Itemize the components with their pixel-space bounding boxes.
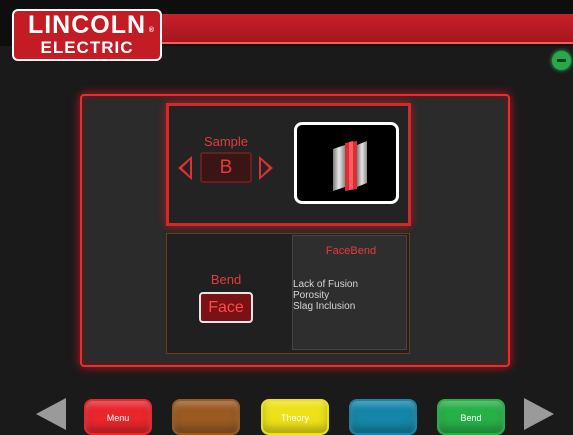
- defect-item: Lack of Fusion: [293, 279, 359, 290]
- defect-list: Lack of Fusion Porosity Slag Inclusion: [293, 279, 358, 312]
- sample-prev-icon[interactable]: [178, 156, 192, 180]
- weld-specimen-icon: [333, 141, 367, 191]
- bend-title: FaceBend: [325, 245, 377, 257]
- sample-preview-image: [294, 122, 399, 204]
- bend-label: Bend: [210, 272, 242, 287]
- sample-next-icon[interactable]: [259, 156, 273, 180]
- registered-mark: ®: [148, 27, 154, 34]
- sample-label: Sample: [203, 134, 249, 149]
- nav-back-icon[interactable]: [36, 398, 66, 430]
- lincoln-electric-logo: LINCOLN ELECTRIC ®: [12, 9, 162, 61]
- nav-forward-icon[interactable]: [524, 398, 554, 430]
- sample-value-display: B: [200, 152, 252, 183]
- logo-line1: LINCOLN: [27, 11, 147, 39]
- connection-icon[interactable]: [552, 51, 571, 70]
- defect-item: Slag Inclusion: [293, 301, 356, 312]
- header-red-band: [150, 14, 573, 44]
- logo-line2: ELECTRIC: [40, 38, 134, 57]
- defect-item: Porosity: [293, 290, 330, 301]
- bend-type-button[interactable]: Face: [199, 292, 253, 323]
